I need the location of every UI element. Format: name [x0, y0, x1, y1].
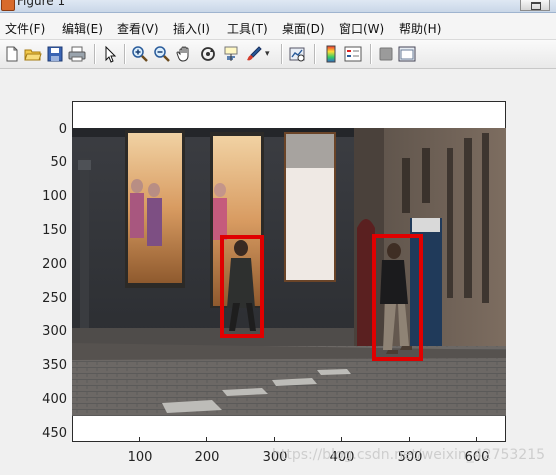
- toolbar-separator: [370, 44, 372, 64]
- y-tick-label: 100: [42, 189, 67, 204]
- street-photo: [72, 128, 506, 416]
- zoom-out-icon[interactable]: [153, 45, 171, 63]
- y-tick-label: 450: [42, 426, 67, 441]
- y-tick-label: 50: [50, 155, 67, 170]
- zoom-in-icon[interactable]: [131, 45, 149, 63]
- link-plot-icon[interactable]: [288, 45, 306, 63]
- x-tick-mark: [274, 437, 275, 442]
- menu-view[interactable]: 查看(V): [117, 20, 159, 37]
- save-icon[interactable]: [46, 45, 64, 63]
- colorbar-icon[interactable]: [322, 45, 340, 63]
- x-tick-mark: [206, 437, 207, 442]
- y-tick-label: 0: [58, 122, 67, 137]
- y-tick-label: 150: [42, 223, 67, 238]
- street-scene-image: [72, 128, 506, 416]
- menu-bar: 文件(F) 编辑(E) 查看(V) 插入(I) 工具(T) 桌面(D) 窗口(W…: [0, 13, 556, 40]
- maximize-button[interactable]: [520, 0, 550, 11]
- window-title: Figure 1: [17, 0, 66, 8]
- brush-dropdown-icon[interactable]: ▾: [265, 49, 273, 67]
- y-tick-label: 250: [42, 291, 67, 306]
- menu-insert[interactable]: 插入(I): [173, 20, 210, 37]
- x-tick-label: 200: [194, 450, 220, 465]
- hide-plot-tools-icon[interactable]: [377, 45, 395, 63]
- menu-window[interactable]: 窗口(W): [339, 20, 384, 37]
- brush-icon[interactable]: [245, 45, 263, 63]
- menu-desktop[interactable]: 桌面(D): [282, 20, 325, 37]
- watermark: https://blog.csdn.net/weixin_42753215: [272, 447, 546, 463]
- toolbar-separator: [94, 44, 96, 64]
- y-tick-label: 400: [42, 392, 67, 407]
- pointer-icon[interactable]: [101, 45, 119, 63]
- data-cursor-icon[interactable]: [222, 45, 240, 63]
- y-tick-label: 300: [42, 324, 67, 339]
- x-tick-mark: [139, 437, 140, 442]
- toolbar-separator: [314, 44, 316, 64]
- new-figure-icon[interactable]: [3, 45, 21, 63]
- pan-icon[interactable]: [176, 45, 194, 63]
- y-tick-label: 350: [42, 358, 67, 373]
- toolbar-separator: [281, 44, 283, 64]
- detection-box-person-2: [372, 234, 423, 361]
- x-tick-mark: [476, 437, 477, 442]
- toolbar-separator: [124, 44, 126, 64]
- open-file-icon[interactable]: [24, 45, 42, 63]
- x-tick-label: 100: [127, 450, 153, 465]
- show-plot-tools-icon[interactable]: [398, 45, 416, 63]
- menu-edit[interactable]: 编辑(E): [62, 20, 103, 37]
- detection-box-person-1: [220, 235, 264, 338]
- menu-file[interactable]: 文件(F): [5, 20, 45, 37]
- rotate-3d-icon[interactable]: [199, 45, 217, 63]
- menu-help[interactable]: 帮助(H): [399, 20, 441, 37]
- window-titlebar: Figure 1: [0, 0, 556, 13]
- legend-icon[interactable]: [344, 45, 362, 63]
- menu-tools[interactable]: 工具(T): [227, 20, 268, 37]
- figure-toolbar: ▾: [0, 40, 556, 69]
- x-tick-mark: [409, 437, 410, 442]
- print-icon[interactable]: [68, 45, 86, 63]
- matlab-figure-icon: [1, 0, 15, 11]
- y-tick-label: 200: [42, 257, 67, 272]
- x-tick-mark: [341, 437, 342, 442]
